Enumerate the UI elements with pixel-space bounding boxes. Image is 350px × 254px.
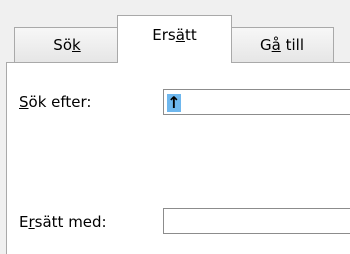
find-what-input[interactable]: ↑: [163, 89, 350, 115]
tab-panel: Sök efter: ↑ Ersätt med:: [6, 62, 350, 254]
replace-with-input[interactable]: [163, 208, 350, 234]
tab-sok[interactable]: Sök: [14, 27, 120, 62]
find-replace-dialog: Sök Ersätt Gå till Sök efter: ↑ Ersätt m…: [0, 0, 350, 254]
selected-text: ↑: [167, 93, 181, 112]
tab-ga-till[interactable]: Gå till: [230, 27, 334, 62]
find-what-label: Sök efter:: [19, 93, 92, 111]
replace-with-label: Ersätt med:: [19, 213, 107, 231]
tab-ersatt[interactable]: Ersätt: [117, 15, 232, 63]
